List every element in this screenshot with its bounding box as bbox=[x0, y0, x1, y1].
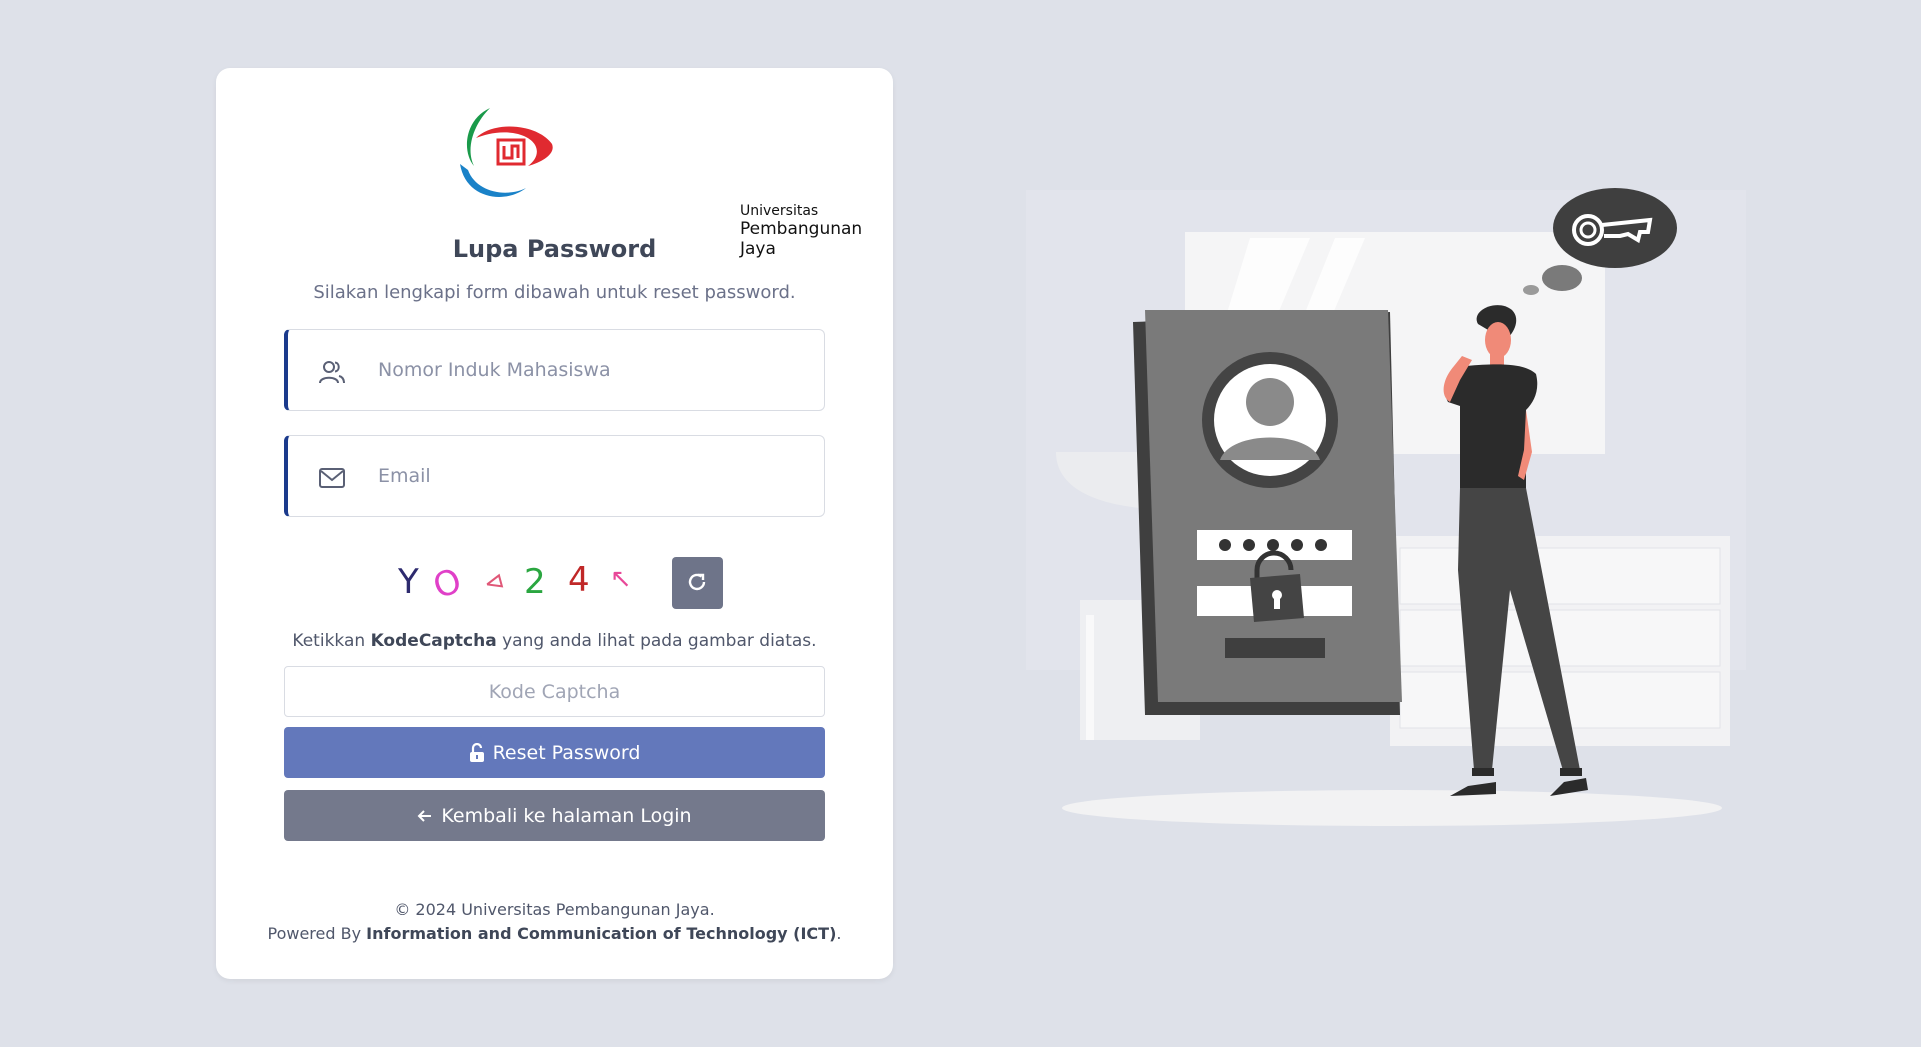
university-logo: Universitas Pembangunan Jaya bbox=[446, 100, 862, 259]
envelope-icon bbox=[319, 468, 345, 488]
arrow-left-icon bbox=[417, 809, 432, 822]
captcha-char: 4 bbox=[568, 560, 590, 600]
forgot-password-card: Universitas Pembangunan Jaya Lupa Passwo… bbox=[216, 68, 893, 979]
page-title: Lupa Password bbox=[452, 235, 657, 263]
back-to-login-button[interactable]: Kembali ke halaman Login bbox=[284, 790, 825, 841]
forgot-password-illustration bbox=[1026, 188, 1746, 826]
users-icon bbox=[319, 361, 345, 384]
captcha-char: ⊲ bbox=[480, 565, 508, 599]
footer-powered-by: Powered By Information and Communication… bbox=[216, 924, 893, 943]
page-subtitle: Silakan lengkapi form dibawah untuk rese… bbox=[313, 282, 796, 303]
email-field-group bbox=[284, 435, 825, 517]
back-to-login-label: Kembali ke halaman Login bbox=[441, 804, 692, 827]
powered-by-suffix: . bbox=[836, 924, 842, 943]
captcha-hint: Ketikkan KodeCaptcha yang anda lihat pad… bbox=[216, 631, 893, 651]
powered-by-org: Information and Communication of Technol… bbox=[366, 924, 837, 943]
logo-text-line1: Universitas bbox=[740, 203, 819, 219]
captcha-char: O bbox=[427, 560, 467, 608]
captcha-hint-keyword: KodeCaptcha bbox=[370, 631, 497, 651]
powered-by-prefix: Powered By bbox=[267, 924, 367, 943]
email-input[interactable] bbox=[376, 436, 800, 516]
unlock-icon bbox=[469, 742, 484, 762]
nim-field-group bbox=[284, 329, 825, 411]
footer-copyright: © 2024 Universitas Pembangunan Jaya. bbox=[394, 900, 715, 919]
captcha-input[interactable] bbox=[284, 666, 825, 717]
refresh-captcha-button[interactable] bbox=[672, 557, 723, 609]
captcha-hint-prefix: Ketikkan bbox=[292, 631, 371, 651]
reset-password-label: Reset Password bbox=[492, 741, 641, 764]
reset-password-button[interactable]: Reset Password bbox=[284, 727, 825, 778]
logo-emblem-icon bbox=[460, 108, 553, 197]
refresh-icon bbox=[688, 573, 706, 591]
captcha-hint-suffix: yang anda lihat pada gambar diatas. bbox=[496, 631, 817, 651]
captcha-char: ↖ bbox=[610, 564, 632, 594]
captcha-char: Y bbox=[398, 562, 419, 602]
captcha-char: 2 bbox=[524, 562, 546, 602]
nim-input[interactable] bbox=[376, 330, 800, 410]
